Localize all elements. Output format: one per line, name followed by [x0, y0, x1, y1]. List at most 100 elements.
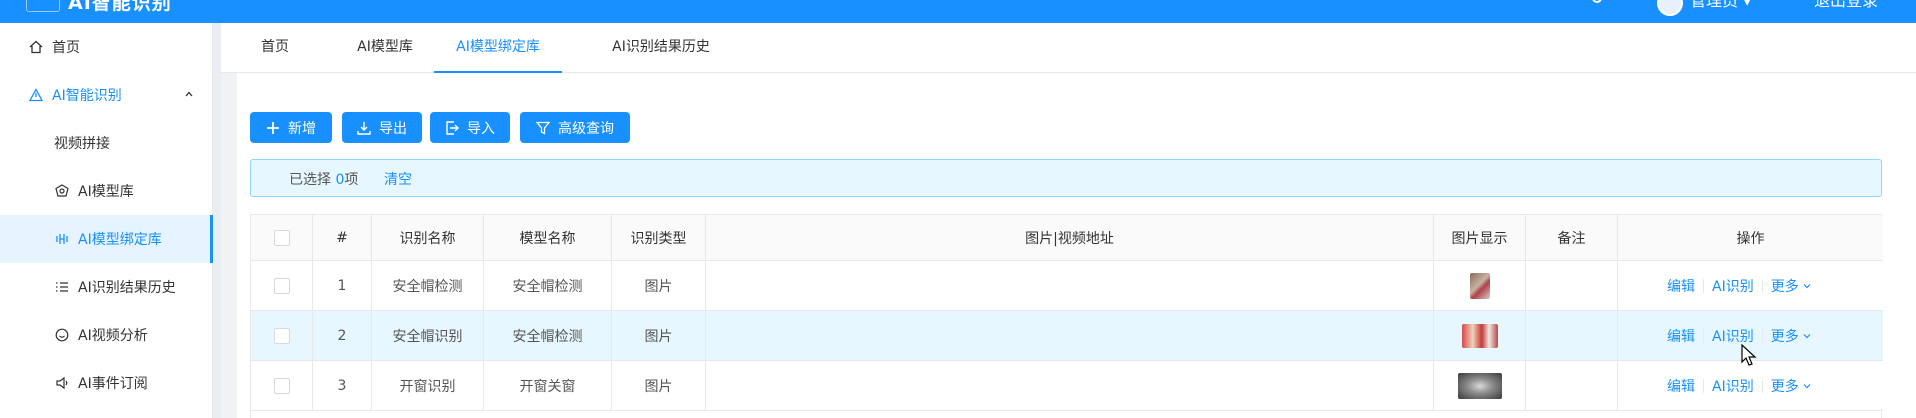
tab-bar: 首页 AI模型库 AI模型绑定库 AI识别结果历史 [221, 23, 1916, 73]
row-type: 图片 [612, 311, 706, 360]
sidebar-item-video-analysis[interactable]: AI视频分析 [0, 311, 213, 359]
sidebar-item-label: AI模型库 [78, 184, 134, 200]
tab-result-history[interactable]: AI识别结果历史 [591, 23, 731, 73]
model-box-icon [54, 183, 70, 199]
divider [1761, 328, 1763, 343]
row-thumbnail[interactable] [1457, 372, 1502, 399]
edit-link[interactable]: 编辑 [1667, 276, 1695, 296]
import-button[interactable]: 导入 [430, 112, 510, 143]
sidebar-item-event-subscribe[interactable]: AI事件订阅 [0, 359, 213, 407]
row-model: 安全帽检测 [484, 311, 612, 360]
list-icon [54, 279, 70, 295]
username[interactable]: 管理员 ▾ [1690, 0, 1751, 11]
ai-recognize-link[interactable]: AI识别 [1712, 326, 1754, 346]
speaker-icon [54, 375, 70, 391]
row-model: 安全帽检测 [484, 261, 612, 310]
advanced-query-button[interactable]: 高级查询 [520, 112, 630, 143]
link-icon [54, 231, 70, 247]
row-remark [1526, 311, 1618, 360]
row-type: 图片 [612, 361, 706, 410]
sidebar-item-label: AI事件订阅 [78, 376, 148, 392]
row-url [706, 311, 1434, 360]
app-logo [26, 0, 60, 12]
sidebar-item-label: AI视频分析 [78, 328, 148, 344]
sidebar: 首页 AI智能识别 视频拼接 AI模型库 AI模型绑定库 AI识别结果历史 AI… [0, 23, 213, 418]
row-name: 安全帽检测 [372, 261, 484, 310]
divider [1703, 278, 1704, 293]
row-thumbnail[interactable] [1461, 323, 1498, 348]
col-header-actions: 操作 [1736, 230, 1765, 247]
more-dropdown[interactable]: 更多 [1771, 376, 1812, 396]
top-header: AI智能识别 管理员 ▾ 退出登录 [0, 0, 1916, 23]
sidebar-item-result-history[interactable]: AI识别结果历史 [0, 263, 213, 311]
col-header-url: 图片|视频地址 [706, 215, 1434, 260]
tab-home[interactable]: 首页 [247, 23, 303, 73]
more-label: 更多 [1770, 328, 1799, 345]
more-dropdown[interactable]: 更多 [1771, 276, 1812, 296]
chevron-down-icon [1803, 283, 1811, 288]
sidebar-group-ai-recognition[interactable]: AI智能识别 [0, 71, 213, 119]
export-button-label: 导出 [379, 120, 407, 137]
col-header-name: 识别名称 [372, 215, 484, 260]
selection-text: 已选择 0项 [289, 172, 359, 188]
sidebar-item-label: AI识别结果历史 [78, 280, 176, 296]
avatar[interactable] [1657, 0, 1683, 16]
face-icon [54, 327, 70, 343]
warning-triangle-icon [28, 87, 44, 103]
chevron-down-icon [1803, 383, 1811, 388]
divider [1703, 328, 1704, 343]
data-table: # 识别名称 模型名称 识别类型 图片|视频地址 图片显示 备注 操作 1 安全… [250, 214, 1883, 418]
sidebar-item-video-stitch[interactable]: 视频拼接 [0, 119, 213, 167]
select-all-checkbox[interactable] [273, 229, 290, 246]
row-index: 1 [313, 261, 372, 310]
app-title: AI智能识别 [68, 0, 172, 14]
table-row[interactable]: 2 安全帽识别 安全帽检测 图片 编辑 AI识别 更多 [251, 311, 1883, 361]
more-dropdown[interactable]: 更多 [1771, 326, 1812, 346]
select-all-checkbox-cell[interactable] [251, 215, 313, 260]
download-icon [357, 121, 371, 135]
plus-icon [267, 121, 279, 134]
tab-model-library[interactable]: AI模型库 [339, 23, 431, 73]
sidebar-item-label: AI模型绑定库 [78, 232, 162, 248]
import-button-label: 导入 [467, 120, 495, 137]
more-label: 更多 [1770, 378, 1799, 395]
divider [1703, 378, 1704, 393]
divider [1761, 278, 1763, 293]
edit-link[interactable]: 编辑 [1667, 376, 1695, 396]
table-row[interactable]: 3 开窗识别 开窗关窗 图片 编辑 AI识别 更多 [251, 361, 1883, 411]
clear-selection-link[interactable]: 清空 [384, 169, 412, 189]
row-remark [1526, 361, 1618, 410]
edit-link[interactable]: 编辑 [1667, 326, 1695, 346]
advanced-query-label: 高级查询 [558, 120, 614, 137]
sidebar-item-model-binding[interactable]: AI模型绑定库 [0, 215, 213, 263]
row-index: 2 [313, 311, 372, 360]
table-row[interactable]: 1 安全帽检测 安全帽检测 图片 编辑 AI识别 更多 [251, 261, 1883, 311]
add-button[interactable]: 新增 [250, 112, 332, 143]
import-icon [446, 120, 459, 135]
add-button-label: 新增 [288, 120, 316, 137]
sidebar-item-home[interactable]: 首页 [0, 23, 213, 71]
ai-recognize-link[interactable]: AI识别 [1712, 376, 1754, 396]
ai-recognize-link[interactable]: AI识别 [1712, 276, 1754, 296]
home-icon [28, 39, 44, 55]
sidebar-item-label: 视频拼接 [54, 136, 110, 152]
row-thumbnail[interactable] [1469, 272, 1490, 299]
tab-model-binding[interactable]: AI模型绑定库 [434, 23, 562, 73]
col-header-type: 识别类型 [612, 215, 706, 260]
sidebar-item-label: AI智能识别 [52, 88, 122, 104]
export-button[interactable]: 导出 [342, 112, 422, 143]
row-name: 开窗识别 [372, 361, 484, 410]
row-checkbox[interactable] [273, 277, 290, 294]
sidebar-scrollbar[interactable] [213, 23, 221, 418]
row-model: 开窗关窗 [484, 361, 612, 410]
chevron-up-icon[interactable] [184, 89, 194, 99]
row-url [706, 261, 1434, 310]
row-checkbox[interactable] [273, 327, 290, 344]
col-header-remark: 备注 [1526, 215, 1618, 260]
search-icon[interactable] [1590, 0, 1608, 8]
logout-link[interactable]: 退出登录 [1814, 0, 1878, 11]
sidebar-item-model-library[interactable]: AI模型库 [0, 167, 213, 215]
bell-icon[interactable] [1620, 0, 1638, 8]
row-checkbox[interactable] [273, 377, 290, 394]
row-type: 图片 [612, 261, 706, 310]
